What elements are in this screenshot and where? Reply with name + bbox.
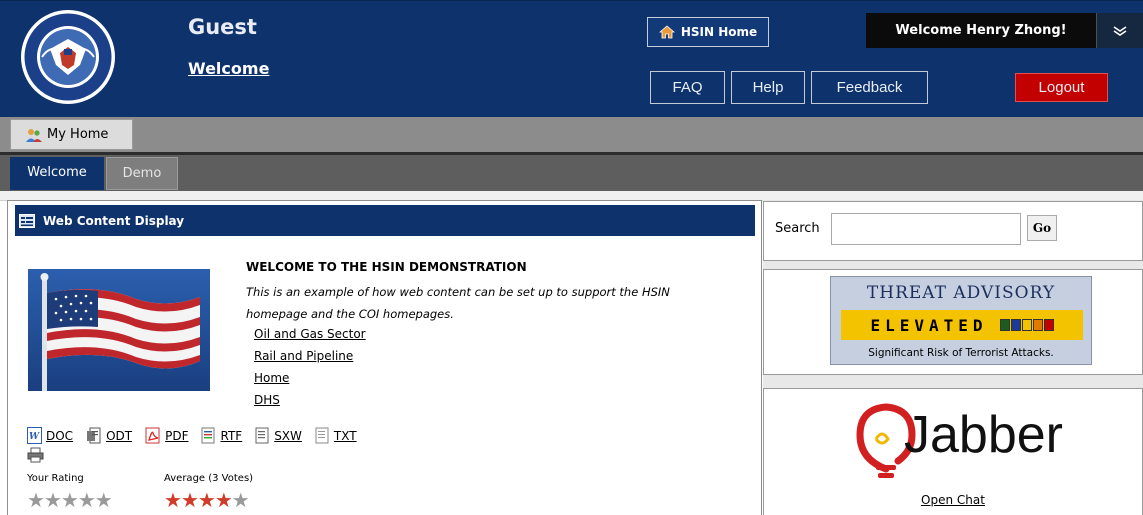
average-rating-label: Average (3 Votes) xyxy=(164,473,254,484)
hsin-home-label: HSIN Home xyxy=(680,25,758,39)
your-rating-label: Your Rating xyxy=(27,473,84,484)
threat-level-block xyxy=(1032,319,1043,331)
star-icon: ★ xyxy=(197,488,216,512)
search-input[interactable] xyxy=(831,213,1021,245)
download-rtf[interactable]: RTF xyxy=(201,427,242,444)
txt-file-icon xyxy=(315,427,329,444)
threat-level-bar: ELEVATED xyxy=(841,310,1083,340)
web-content-icon xyxy=(19,213,35,228)
logout-button[interactable]: Logout xyxy=(1015,73,1108,102)
american-flag-image xyxy=(28,269,210,391)
threat-advisory-banner[interactable]: THREAT ADVISORY ELEVATED Significant Ris… xyxy=(830,276,1092,365)
download-txt-label: TXT xyxy=(333,428,357,443)
sxw-file-icon xyxy=(255,427,269,444)
home-icon xyxy=(658,25,675,39)
site-header: Guest Welcome HSIN Home Welcome Henry Zh… xyxy=(0,0,1143,117)
threat-level-block xyxy=(1010,319,1021,331)
tab-my-home-label: My Home xyxy=(47,127,109,142)
star-icon[interactable]: ★ xyxy=(27,490,45,510)
download-options: W DOC ODT PDF RTF SXW TXT xyxy=(27,427,357,444)
welcome-user-label: Welcome Henry Zhong! xyxy=(866,13,1096,48)
feedback-button[interactable]: Feedback xyxy=(811,71,928,104)
odt-file-icon xyxy=(87,427,101,444)
content-links: Oil and Gas Sector Rail and Pipeline Hom… xyxy=(254,323,366,411)
download-sxw-label: SXW xyxy=(274,428,302,443)
download-rtf-label: RTF xyxy=(220,428,243,443)
users-icon xyxy=(26,128,42,142)
rtf-file-icon xyxy=(201,427,215,444)
search-portlet: Search Go xyxy=(763,201,1143,261)
welcome-link[interactable]: Welcome xyxy=(188,59,269,78)
download-doc[interactable]: W DOC xyxy=(27,427,73,444)
link-oil-and-gas-sector[interactable]: Oil and Gas Sector xyxy=(254,323,366,345)
star-icon: ★ xyxy=(214,488,233,512)
tab-welcome[interactable]: Welcome xyxy=(10,157,104,190)
threat-advisory-portlet: THREAT ADVISORY ELEVATED Significant Ris… xyxy=(763,269,1143,375)
star-icon: ★ xyxy=(231,488,250,512)
star-icon[interactable]: ★ xyxy=(61,490,79,510)
threat-level-block xyxy=(1043,319,1054,331)
user-menu-toggle[interactable] xyxy=(1096,13,1143,48)
threat-level-block xyxy=(1021,319,1032,331)
help-button[interactable]: Help xyxy=(731,71,805,104)
dhs-seal-logo xyxy=(21,10,115,104)
threat-level: ELEVATED xyxy=(870,315,988,335)
portlet-title: Web Content Display xyxy=(43,213,185,228)
search-label: Search xyxy=(775,221,820,236)
threat-title: THREAT ADVISORY xyxy=(866,283,1056,303)
web-content-portlet: Web Content Display WELCOME TO THE HSIN … xyxy=(7,200,762,515)
download-pdf-label: PDF xyxy=(165,428,189,443)
threat-description: Significant Risk of Terrorist Attacks. xyxy=(868,347,1054,359)
pdf-file-icon xyxy=(145,427,160,444)
average-rating-stars: ★ ★ ★ ★ ★ xyxy=(164,488,250,512)
star-icon[interactable]: ★ xyxy=(95,490,113,510)
threat-level-scale xyxy=(999,319,1054,331)
user-name: Guest xyxy=(188,15,257,39)
portlet-header: Web Content Display xyxy=(15,205,755,236)
star-icon[interactable]: ★ xyxy=(44,490,62,510)
star-icon: ★ xyxy=(180,488,199,512)
top-tab-bar xyxy=(0,117,1143,155)
jabber-portlet: Jabber Open Chat xyxy=(763,388,1143,515)
threat-level-block xyxy=(999,319,1010,331)
link-dhs[interactable]: DHS xyxy=(254,389,366,411)
open-chat-link[interactable]: Open Chat xyxy=(764,493,1142,507)
go-button[interactable]: Go xyxy=(1027,215,1057,241)
star-icon[interactable]: ★ xyxy=(78,490,96,510)
your-rating-stars[interactable]: ★ ★ ★ ★ ★ xyxy=(27,490,113,510)
faq-button[interactable]: FAQ xyxy=(650,71,725,104)
word-doc-icon: W xyxy=(27,427,42,444)
jabber-brand-text: Jabber xyxy=(904,406,1063,464)
download-pdf[interactable]: PDF xyxy=(145,427,188,444)
download-doc-label: DOC xyxy=(46,428,74,443)
content-title: WELCOME TO THE HSIN DEMONSTRATION xyxy=(246,260,527,274)
tab-my-home[interactable]: My Home xyxy=(10,119,133,150)
print-icon[interactable] xyxy=(27,447,44,463)
link-home[interactable]: Home xyxy=(254,367,366,389)
download-odt-label: ODT xyxy=(106,428,133,443)
svg-text:W: W xyxy=(29,432,40,442)
tab-demo[interactable]: Demo xyxy=(106,157,178,190)
download-odt[interactable]: ODT xyxy=(86,427,132,444)
download-sxw[interactable]: SXW xyxy=(255,427,302,444)
double-chevron-down-icon xyxy=(1113,25,1127,36)
link-rail-and-pipeline[interactable]: Rail and Pipeline xyxy=(254,345,366,367)
download-txt[interactable]: TXT xyxy=(315,427,357,444)
content-body: This is an example of how web content ca… xyxy=(246,285,670,321)
hsin-home-button[interactable]: HSIN Home xyxy=(647,17,769,47)
star-icon: ★ xyxy=(164,488,182,512)
